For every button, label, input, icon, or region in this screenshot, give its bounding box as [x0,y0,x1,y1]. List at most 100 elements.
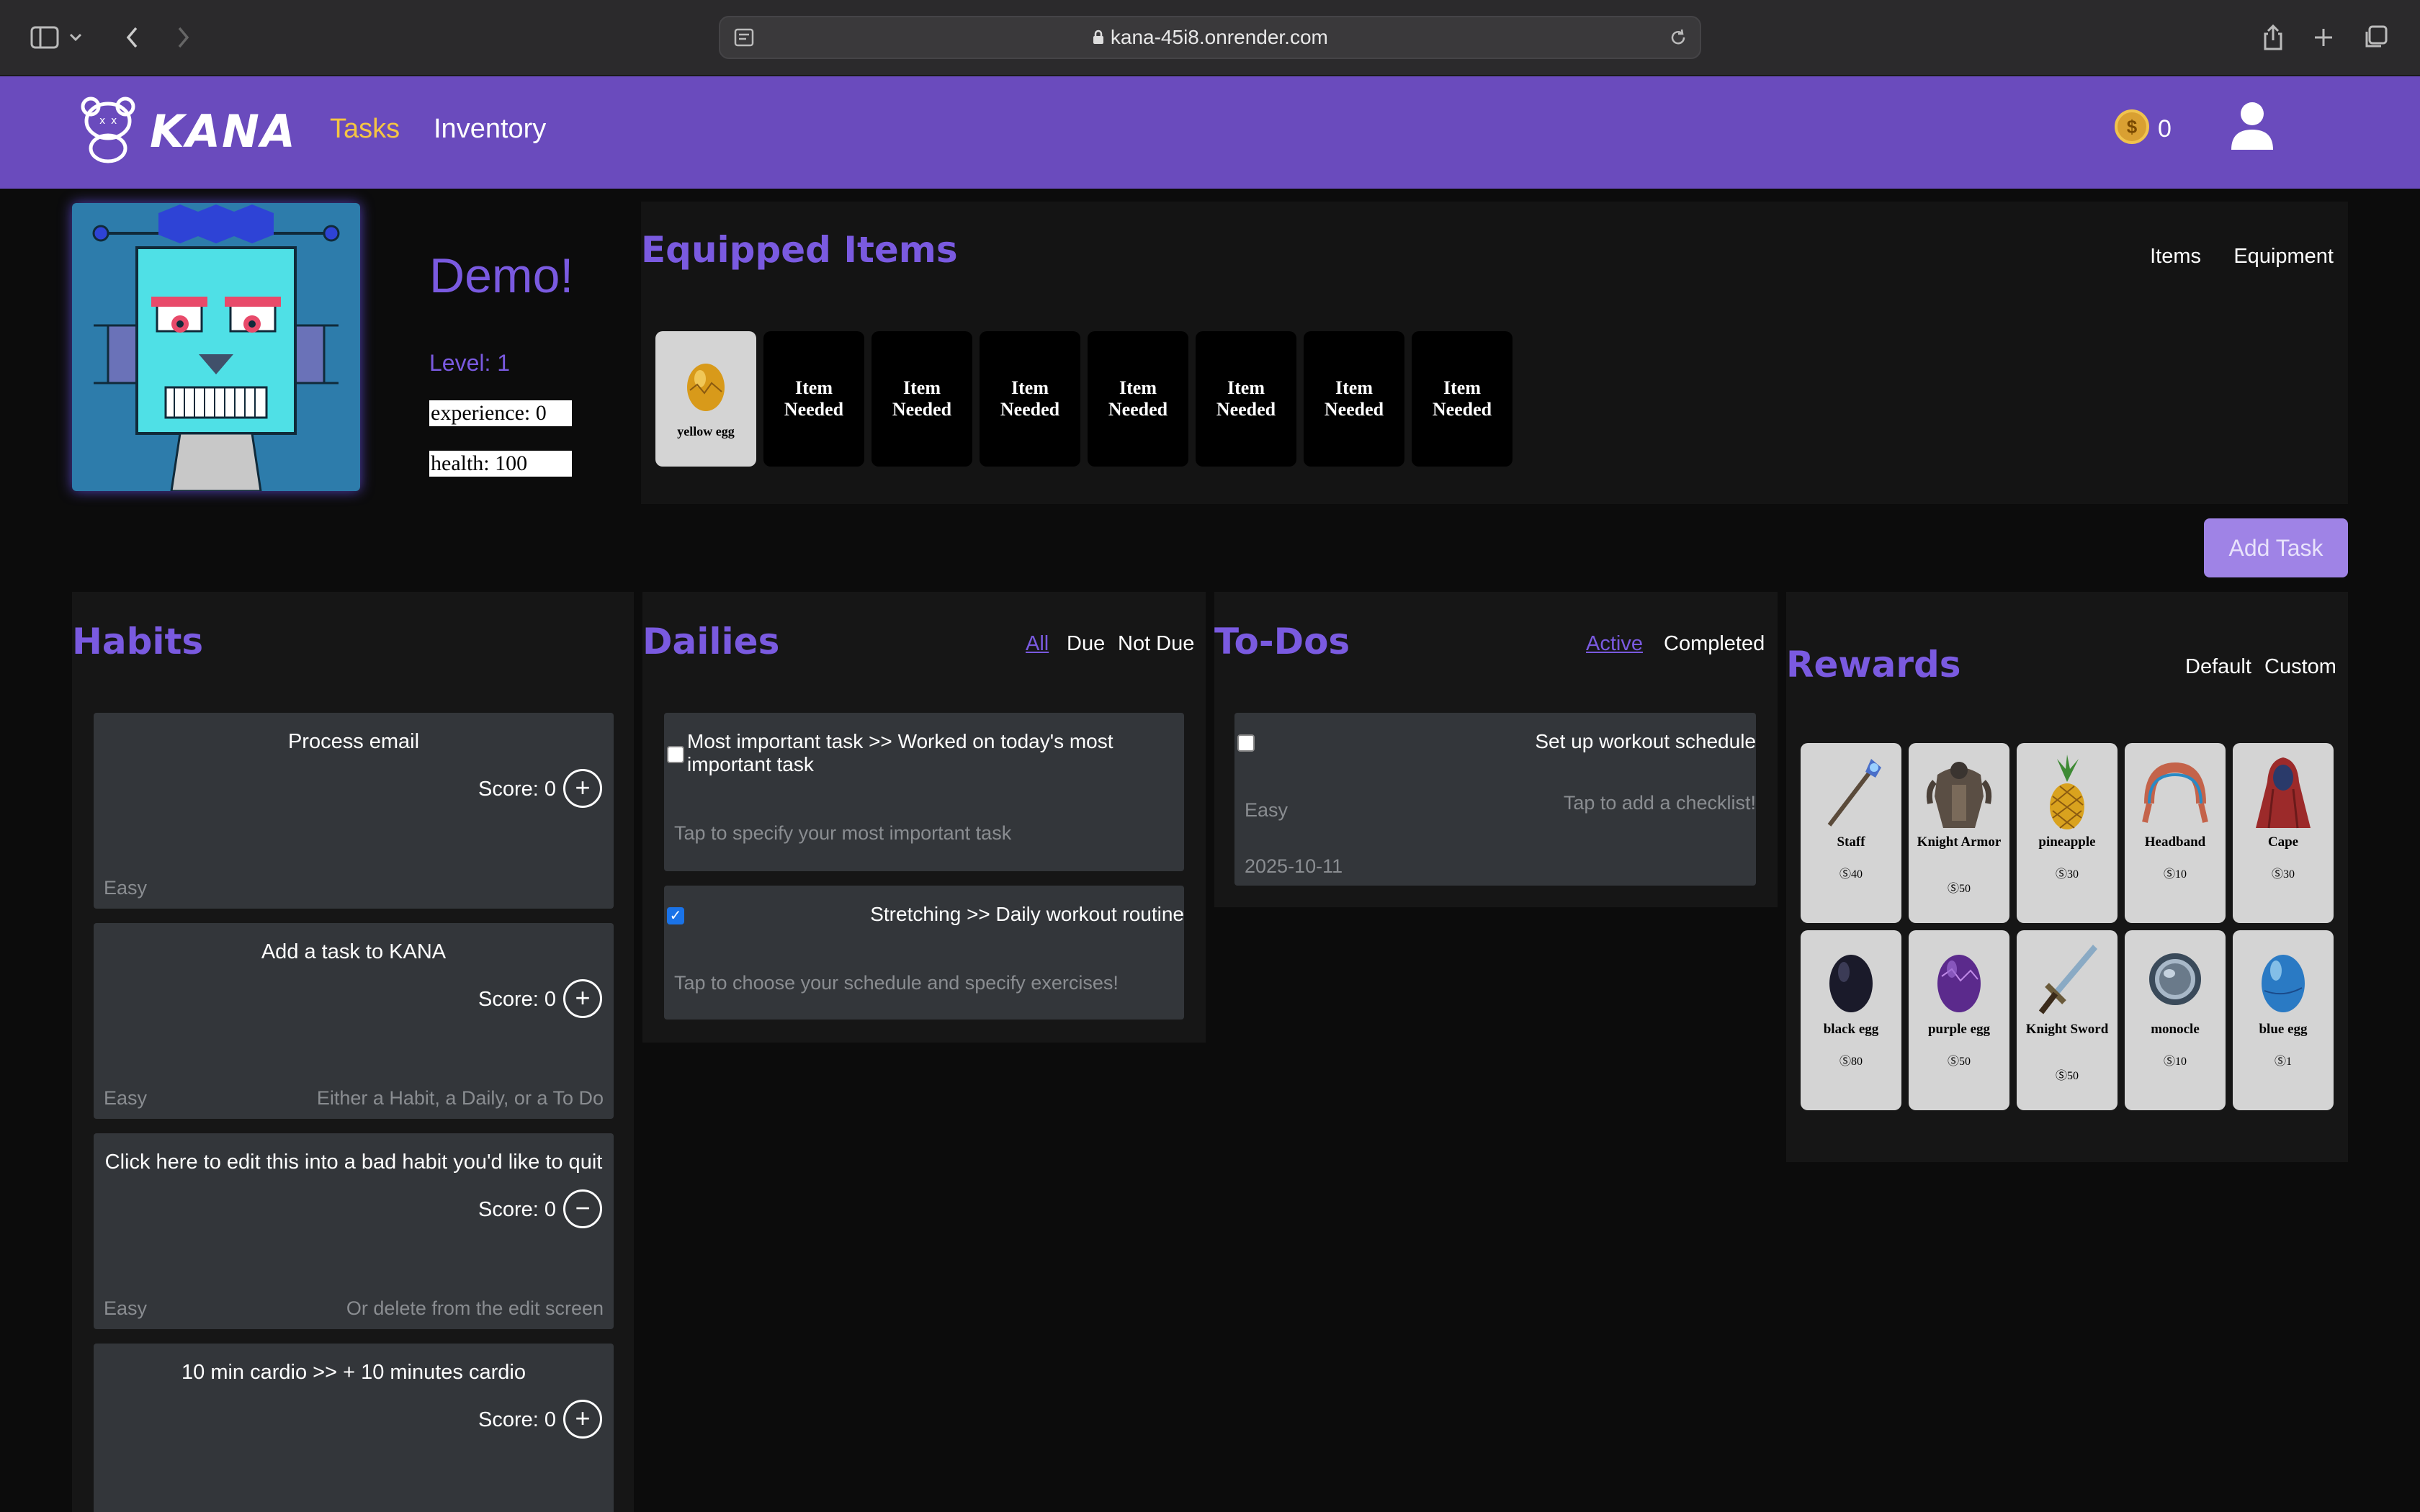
minus-icon[interactable]: − [563,1189,602,1228]
habit-difficulty: Easy [104,877,148,899]
habit-card[interactable]: Click here to edit this into a bad habit… [94,1133,614,1329]
tab-equipment[interactable]: Equipment [2233,245,2334,269]
filter-custom[interactable]: Custom [2264,655,2336,679]
equipped-slot-empty[interactable]: Item Needed [1412,331,1512,467]
nav-inventory[interactable]: Inventory [434,114,546,145]
habit-card[interactable]: Add a task to KANA Score: 0 + Easy Eithe… [94,923,614,1119]
reward-staff[interactable]: Staff Ⓢ40 [1801,743,1901,923]
equipped-items-panel: Equipped Items Items Equipment yellow eg… [641,202,2348,504]
add-task-button[interactable]: Add Task [2204,518,2348,577]
bear-logo-icon: x x [81,96,135,163]
habit-card[interactable]: 10 min cardio >> + 10 minutes cardio Sco… [94,1344,614,1512]
reward-cape[interactable]: Cape Ⓢ30 [2233,743,2334,923]
filter-active[interactable]: Active [1586,632,1643,656]
reload-icon[interactable] [1668,27,1688,51]
daily-title: Most important task >> Worked on today's… [687,730,1113,775]
chevron-down-icon[interactable] [65,19,86,56]
todo-card[interactable]: Set up workout schedule Tap to add a che… [1234,713,1756,886]
daily-checkbox[interactable]: ✓ [667,907,684,924]
sword-icon [2038,945,2097,1014]
daily-card[interactable]: Most important task >> Worked on today's… [664,713,1184,871]
reward-blue-egg[interactable]: blue egg Ⓢ1 [2233,930,2334,1110]
back-icon[interactable] [114,19,151,56]
url-text: kana-45i8.onrender.com [720,17,1700,58]
svg-text:x: x [111,115,117,127]
todo-note: Tap to add a checklist! [1563,792,1756,814]
reward-name: Knight Armor [1917,834,2002,850]
forward-icon[interactable] [164,19,202,56]
reward-headband[interactable]: Headband Ⓢ10 [2125,743,2226,923]
rewards-column: Rewards Default Custom Staff Ⓢ40 Knight … [1786,592,2348,1162]
experience-stat: experience: 0 [429,400,572,426]
armor-icon [1926,762,1992,828]
filter-all[interactable]: All [1026,632,1049,656]
plus-icon[interactable]: + [563,769,602,808]
habit-difficulty: Easy [104,1087,148,1109]
reward-price: Ⓢ50 [1947,883,1971,895]
equipped-slot-empty[interactable]: Item Needed [1196,331,1296,467]
reward-purple-egg[interactable]: purple egg Ⓢ50 [1909,930,2009,1110]
habit-card[interactable]: Process email Score: 0 + Easy [94,713,614,909]
blue-egg-icon [2262,955,2305,1012]
share-icon[interactable] [2254,19,2292,56]
purple-egg-icon [1937,955,1981,1012]
reward-monocle[interactable]: monocle Ⓢ10 [2125,930,2226,1110]
user-level: Level: 1 [429,350,511,376]
tab-overview-icon[interactable] [2357,19,2394,56]
user-icon[interactable] [2230,101,2275,155]
habit-difficulty: Easy [104,1297,148,1319]
reward-name: monocle [2151,1022,2200,1037]
habit-score: Score: 0 [478,1198,556,1221]
reward-price: Ⓢ10 [2163,868,2187,881]
filter-not-due[interactable]: Not Due [1118,632,1194,656]
filter-completed[interactable]: Completed [1664,632,1765,656]
reward-price: Ⓢ10 [2163,1056,2187,1068]
equipped-slot-empty[interactable]: Item Needed [1088,331,1188,467]
reward-black-egg[interactable]: black egg Ⓢ80 [1801,930,1901,1110]
reward-price: Ⓢ80 [1839,1056,1863,1068]
logo-text: KANA [150,105,297,158]
reward-knight-sword[interactable]: Knight Sword Ⓢ50 [2017,930,2118,1110]
nav-tasks[interactable]: Tasks [330,114,400,145]
dailies-title: Dailies [642,621,780,662]
filter-default[interactable]: Default [2185,655,2251,679]
daily-title: Stretching >> Daily workout routine [870,903,1184,925]
reward-price: Ⓢ40 [1839,868,1863,881]
reward-knight-armor[interactable]: Knight Armor Ⓢ50 [1909,743,2009,923]
equipped-slot-empty[interactable]: Item Needed [871,331,972,467]
todos-title: To-Dos [1214,621,1350,662]
tab-items[interactable]: Items [2150,245,2201,269]
todo-checkbox[interactable] [1237,734,1255,752]
plus-icon[interactable]: + [563,979,602,1018]
equipped-slot-empty[interactable]: Item Needed [980,331,1080,467]
daily-card[interactable]: ✓ Stretching >> Daily workout routine Ta… [664,886,1184,1020]
new-tab-icon[interactable] [2305,19,2342,56]
equipped-slot-yellow-egg[interactable]: yellow egg [655,331,756,467]
habits-title: Habits [72,621,204,662]
equipped-slot-empty[interactable]: Item Needed [763,331,864,467]
equipped-slot-label: yellow egg [677,424,735,438]
headband-icon [2142,762,2208,823]
reward-price-value: 50 [2067,1070,2079,1082]
sidebar-toggle-icon[interactable] [26,19,63,56]
yellow-egg-icon [687,364,725,411]
todos-column: To-Dos Active Completed Set up workout s… [1214,592,1778,907]
todo-difficulty: Easy [1245,799,1289,821]
equipped-slot-empty[interactable]: Item Needed [1304,331,1404,467]
reward-price-value: 30 [2283,868,2295,881]
reward-pineapple[interactable]: pineapple Ⓢ30 [2017,743,2118,923]
todo-date: 2025-10-11 [1245,855,1343,877]
habit-score: Score: 0 [478,1408,556,1431]
filter-due[interactable]: Due [1067,632,1105,656]
kana-logo[interactable]: x x KANA [72,92,295,164]
pineapple-icon [2050,755,2084,829]
daily-checkbox[interactable] [667,746,684,763]
reward-price: Ⓢ1 [2274,1056,2292,1068]
reward-price: Ⓢ30 [2055,868,2079,881]
reward-price-value: 10 [2175,868,2187,881]
todo-title: Set up workout schedule [1535,730,1756,752]
habits-column: Habits Process email Score: 0 + Easy Add… [72,592,634,1512]
address-bar[interactable]: kana-45i8.onrender.com [719,16,1701,59]
plus-icon[interactable]: + [563,1400,602,1439]
reward-price: Ⓢ30 [2271,868,2295,881]
